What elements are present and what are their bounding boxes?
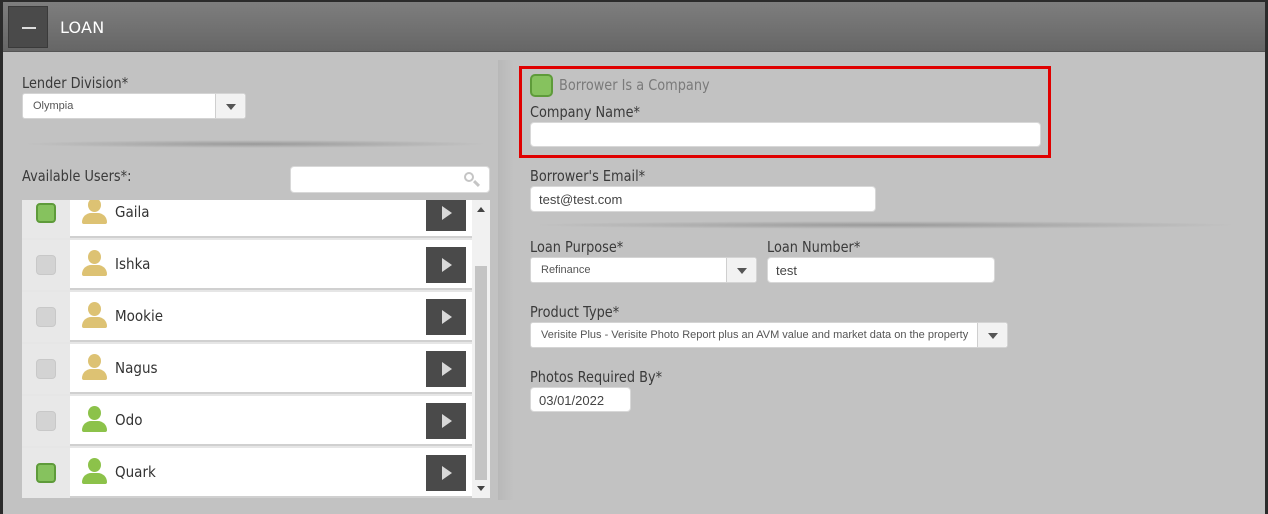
collapse-button[interactable] bbox=[8, 6, 48, 48]
user-name: Mookie bbox=[115, 307, 164, 325]
loan-number-value: test bbox=[776, 263, 797, 278]
user-checkbox[interactable] bbox=[36, 411, 56, 431]
list-item[interactable]: Mookie bbox=[22, 292, 472, 342]
move-user-button[interactable] bbox=[426, 403, 466, 439]
user-name: Nagus bbox=[115, 359, 158, 377]
chevron-down-icon[interactable] bbox=[215, 94, 245, 118]
user-icon bbox=[82, 302, 107, 330]
user-name: Ishka bbox=[115, 255, 151, 273]
lender-division-value: Olympia bbox=[33, 100, 74, 112]
user-icon bbox=[82, 406, 107, 434]
borrower-email-label: Borrower's Email* bbox=[530, 167, 646, 185]
list-item[interactable]: Odo bbox=[22, 396, 472, 446]
borrower-email-field[interactable]: test@test.com bbox=[530, 186, 876, 212]
move-user-button[interactable] bbox=[426, 299, 466, 335]
lender-division-label: Lender Division* bbox=[22, 74, 129, 92]
loan-number-field[interactable]: test bbox=[767, 257, 995, 283]
product-type-select[interactable]: Verisite Plus - Verisite Photo Report pl… bbox=[530, 322, 1008, 348]
user-list: Gaila Ishka Mookie Nagus Odo Quark bbox=[22, 200, 490, 498]
highlight-box bbox=[519, 66, 1051, 158]
scroll-thumb[interactable] bbox=[475, 266, 487, 480]
borrower-email-value: test@test.com bbox=[539, 192, 623, 207]
section-divider bbox=[20, 140, 490, 148]
user-name: Quark bbox=[115, 463, 156, 481]
chevron-down-icon[interactable] bbox=[726, 258, 756, 282]
column-separator bbox=[498, 60, 514, 500]
section-divider bbox=[528, 221, 1242, 229]
user-name: Gaila bbox=[115, 203, 150, 221]
loan-number-label: Loan Number* bbox=[767, 238, 861, 256]
user-checkbox[interactable] bbox=[36, 359, 56, 379]
user-icon bbox=[82, 200, 107, 226]
loan-purpose-select[interactable]: Refinance bbox=[530, 257, 757, 283]
user-checkbox[interactable] bbox=[36, 203, 56, 223]
user-icon bbox=[82, 354, 107, 382]
list-item[interactable]: Quark bbox=[22, 448, 472, 498]
user-checkbox[interactable] bbox=[36, 307, 56, 327]
loan-purpose-label: Loan Purpose* bbox=[530, 238, 624, 256]
user-icon bbox=[82, 250, 107, 278]
move-user-button[interactable] bbox=[426, 200, 466, 231]
search-icon[interactable] bbox=[464, 172, 481, 188]
user-search-input[interactable] bbox=[290, 166, 490, 193]
user-list-scrollbar[interactable] bbox=[472, 200, 490, 498]
lender-division-select[interactable]: Olympia bbox=[22, 93, 246, 119]
user-icon bbox=[82, 458, 107, 486]
move-user-button[interactable] bbox=[426, 351, 466, 387]
list-item[interactable]: Ishka bbox=[22, 240, 472, 290]
photos-required-value: 03/01/2022 bbox=[539, 393, 605, 408]
scroll-up-icon[interactable] bbox=[472, 200, 490, 218]
user-checkbox[interactable] bbox=[36, 255, 56, 275]
move-user-button[interactable] bbox=[426, 247, 466, 283]
panel-header: LOAN bbox=[3, 2, 1265, 52]
user-name: Odo bbox=[115, 411, 143, 429]
move-user-button[interactable] bbox=[426, 455, 466, 491]
scroll-down-icon[interactable] bbox=[472, 480, 490, 498]
available-users-label: Available Users*: bbox=[22, 167, 132, 185]
user-checkbox[interactable] bbox=[36, 463, 56, 483]
photos-required-date-field[interactable]: 03/01/2022 bbox=[530, 387, 631, 412]
product-type-value: Verisite Plus - Verisite Photo Report pl… bbox=[541, 329, 969, 341]
list-item[interactable]: Nagus bbox=[22, 344, 472, 394]
list-item[interactable]: Gaila bbox=[22, 200, 472, 238]
product-type-label: Product Type* bbox=[530, 303, 620, 321]
minus-icon bbox=[22, 27, 36, 29]
loan-purpose-value: Refinance bbox=[541, 264, 591, 276]
photos-required-label: Photos Required By* bbox=[530, 368, 663, 386]
panel-title: LOAN bbox=[60, 18, 105, 37]
chevron-down-icon[interactable] bbox=[977, 323, 1007, 347]
